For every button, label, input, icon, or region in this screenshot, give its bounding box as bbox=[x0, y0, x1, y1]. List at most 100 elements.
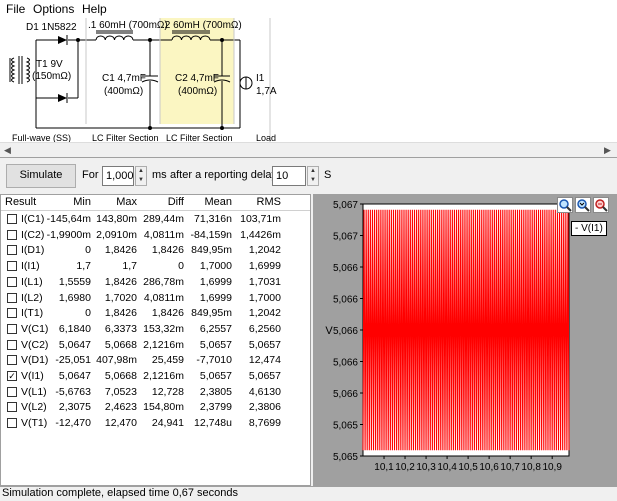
y-tick-label: 5,067 bbox=[333, 200, 358, 211]
result-checkbox[interactable] bbox=[7, 261, 17, 272]
result-diff: 4,0811m bbox=[143, 228, 184, 241]
menu-help[interactable]: Help bbox=[82, 2, 107, 16]
table-row[interactable]: I(I1) 1,7 1,7 0 1,7000 1,6999 bbox=[1, 259, 310, 274]
zoom-out-icon[interactable] bbox=[593, 197, 609, 213]
result-checkbox[interactable] bbox=[7, 402, 17, 413]
result-rms: 1,2042 bbox=[248, 244, 281, 257]
menu-bar: File Options Help bbox=[0, 0, 617, 18]
column-header[interactable]: Min bbox=[73, 196, 91, 208]
result-checkbox[interactable] bbox=[7, 339, 17, 350]
table-row[interactable]: V(L1) -5,6763 7,0523 12,728 2,3805 4,6130 bbox=[1, 385, 310, 400]
result-mean: 2,3799 bbox=[199, 401, 232, 414]
result-diff: 24,941 bbox=[151, 417, 184, 430]
schematic-scrollbar[interactable]: ◀ ▶ bbox=[0, 142, 617, 158]
result-mean: 71,316n bbox=[194, 213, 232, 225]
result-diff: 0 bbox=[178, 260, 184, 273]
table-row[interactable]: V(L2) 2,3075 2,4623 154,80m 2,3799 2,3806 bbox=[1, 400, 310, 415]
result-checkbox[interactable] bbox=[7, 292, 17, 303]
x-tick-label: 10,6 bbox=[479, 462, 499, 473]
result-diff: 25,459 bbox=[151, 354, 184, 367]
table-row[interactable]: I(L2) 1,6980 1,7020 4,0811m 1,6999 1,7000 bbox=[1, 291, 310, 306]
result-min: 5,0647 bbox=[58, 370, 91, 382]
result-checkbox[interactable] bbox=[7, 308, 17, 319]
c2-label: C2 4,7mF bbox=[175, 73, 219, 84]
table-row[interactable]: V(T1) -12,470 12,470 24,941 12,748u 8,7699 bbox=[1, 416, 310, 431]
table-row[interactable]: I(D1) 0 1,8426 1,8426 849,95m 1,2042 bbox=[1, 243, 310, 258]
duration-spinner[interactable]: ▲ ▼ bbox=[135, 166, 147, 186]
result-diff: 289,44m bbox=[143, 213, 184, 225]
table-row[interactable]: I(L1) 1,5559 1,8426 286,78m 1,6999 1,7031 bbox=[1, 275, 310, 290]
result-checkbox[interactable] bbox=[7, 386, 17, 397]
result-name: V(L2) bbox=[21, 401, 47, 414]
result-rms: 1,4426m bbox=[240, 228, 281, 241]
delay-input[interactable]: 10 bbox=[272, 166, 306, 186]
result-rms: 5,0657 bbox=[248, 370, 281, 382]
lc-section-highlight bbox=[160, 18, 234, 124]
result-checkbox[interactable] bbox=[7, 214, 17, 224]
result-checkbox[interactable] bbox=[7, 323, 17, 334]
s-label: S bbox=[324, 169, 332, 181]
result-mean: 1,6999 bbox=[199, 291, 232, 304]
result-name: V(T1) bbox=[21, 417, 48, 430]
table-row[interactable]: ✓ V(I1) 5,0647 5,0668 2,1216m 5,0657 5,0657 bbox=[1, 369, 310, 384]
column-header[interactable]: Max bbox=[116, 196, 137, 208]
status-text: Simulation complete, elapsed time 0,67 s… bbox=[2, 487, 239, 499]
result-diff: 286,78m bbox=[143, 275, 184, 288]
result-rms: 8,7699 bbox=[248, 417, 281, 430]
result-checkbox[interactable] bbox=[7, 245, 17, 256]
result-checkbox[interactable] bbox=[7, 355, 17, 366]
simulate-button[interactable]: Simulate bbox=[6, 164, 76, 188]
schematic-diagram bbox=[9, 18, 271, 142]
table-row[interactable]: I(T1) 0 1,8426 1,8426 849,95m 1,2042 bbox=[1, 306, 310, 321]
duration-input[interactable]: 1,000 bbox=[102, 166, 134, 186]
scroll-right-icon[interactable]: ▶ bbox=[604, 145, 611, 156]
result-min: 0 bbox=[85, 244, 91, 257]
result-min: -25,051 bbox=[55, 354, 91, 367]
column-header[interactable]: Result bbox=[5, 196, 36, 208]
result-diff: 153,32m bbox=[143, 322, 184, 335]
c2-resistance: (400mΩ) bbox=[178, 86, 218, 97]
result-rms: 6,2560 bbox=[248, 322, 281, 335]
result-mean: 849,95m bbox=[191, 244, 232, 257]
result-min: -12,470 bbox=[55, 417, 91, 430]
delay-spinner[interactable]: ▲ ▼ bbox=[307, 166, 319, 186]
ms-label: ms bbox=[152, 169, 167, 181]
zoom-to-fit-icon[interactable] bbox=[575, 197, 591, 213]
result-max: 1,8426 bbox=[104, 275, 137, 288]
table-row[interactable]: V(D1) -25,051 407,98m 25,459 -7,7010 12,474 bbox=[1, 353, 310, 368]
table-row[interactable]: I(C2) -1,9900m 2,0910m 4,0811m -84,159n 1,442… bbox=[1, 228, 310, 243]
result-mean: 1,7000 bbox=[199, 260, 232, 273]
c1-label: C1 4,7mF bbox=[102, 73, 146, 84]
status-bar: Simulation complete, elapsed time 0,67 s… bbox=[0, 486, 617, 501]
x-tick-label: 10,1 bbox=[374, 462, 394, 473]
plot-panel: 5,067 5,067 5,066 5,066 5,066 5,066 5,066 5,065… bbox=[313, 194, 617, 486]
results-table: Result Min Max Diff Mean RMS I(C1) -145,64m 143… bbox=[0, 194, 311, 486]
x-tick-label: 10,4 bbox=[437, 462, 457, 473]
result-checkbox[interactable] bbox=[7, 418, 17, 429]
result-checkbox[interactable] bbox=[7, 229, 17, 240]
scroll-left-icon[interactable]: ◀ bbox=[4, 145, 11, 156]
menu-file[interactable]: File bbox=[6, 2, 25, 16]
column-header[interactable]: Diff bbox=[168, 196, 184, 208]
result-checkbox[interactable] bbox=[7, 276, 17, 287]
zoom-in-icon[interactable] bbox=[557, 197, 573, 213]
diode-bottom bbox=[58, 94, 67, 102]
schematic-panel: D1 1N5822 T1 9V (150mΩ) .1 60mH (700mΩ) … bbox=[0, 18, 617, 143]
result-name: V(I1) bbox=[21, 370, 44, 382]
table-row[interactable]: I(C1) -145,64m 143,80m 289,44m 71,316n 103,71… bbox=[1, 212, 310, 227]
y-tick-label: 5,066 bbox=[333, 326, 358, 337]
result-min: 6,1840 bbox=[58, 322, 91, 335]
menu-options[interactable]: Options bbox=[33, 2, 74, 16]
result-checkbox[interactable]: ✓ bbox=[7, 371, 17, 381]
result-mean: 5,0657 bbox=[199, 338, 232, 351]
result-diff: 1,8426 bbox=[151, 307, 184, 320]
result-name: I(C1) bbox=[21, 213, 45, 225]
table-row[interactable]: V(C2) 5,0647 5,0668 2,1216m 5,0657 5,0657 bbox=[1, 338, 310, 353]
table-row[interactable]: V(C1) 6,1840 6,3373 153,32m 6,2557 6,2560 bbox=[1, 322, 310, 337]
column-header[interactable]: Mean bbox=[204, 196, 232, 208]
result-mean: -84,159n bbox=[190, 228, 232, 241]
result-diff: 2,1216m bbox=[143, 370, 184, 382]
result-name: I(L1) bbox=[21, 275, 43, 288]
column-header[interactable]: RMS bbox=[257, 196, 281, 208]
result-mean: 12,748u bbox=[194, 417, 232, 430]
